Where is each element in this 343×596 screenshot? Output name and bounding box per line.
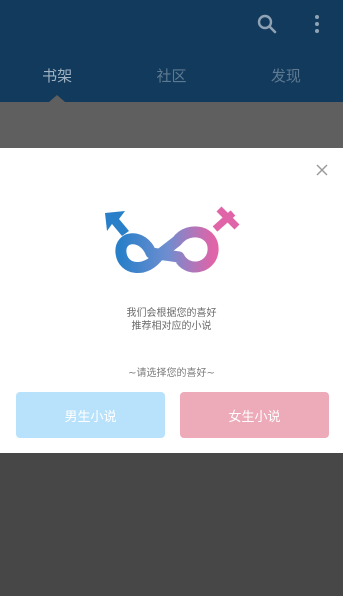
tab-label: 社区 (156, 66, 187, 85)
active-tab-indicator (49, 95, 66, 102)
close-icon (316, 164, 328, 176)
tab-discover[interactable]: 发现 (229, 48, 343, 102)
tagline-line1: 我们会根据您的喜好 (126, 308, 217, 319)
preference-dialog: 我们会根据您的喜好 推荐相对应的小说 ~请选择您的喜好~ 男生小说 女生小说 (0, 148, 343, 453)
tab-bookshelf[interactable]: 书架 (0, 48, 114, 102)
search-button[interactable] (252, 9, 282, 39)
gender-infinity-logo-icon (105, 206, 240, 273)
more-vert-icon (315, 15, 319, 33)
choose-preference-label: ~请选择您的喜好~ (128, 368, 215, 379)
search-icon (257, 14, 277, 34)
app-screen: 书架 社区 发现 我们会根据您的喜好 推荐相对应的小说 ~请选择您的喜好~ 男生… (0, 0, 343, 596)
tagline-line2: 推荐相对应的小说 (131, 321, 212, 332)
close-button[interactable] (312, 160, 332, 180)
tab-community[interactable]: 社区 (114, 48, 228, 102)
tab-label: 书架 (42, 66, 73, 85)
male-novels-button[interactable]: 男生小说 (16, 392, 165, 438)
content-overlay-lower (0, 452, 343, 596)
tab-label: 发现 (270, 66, 301, 85)
female-novels-button[interactable]: 女生小说 (180, 392, 329, 438)
app-bar (0, 0, 343, 48)
tab-bar: 书架 社区 发现 (0, 48, 343, 102)
more-options-button[interactable] (302, 9, 332, 39)
